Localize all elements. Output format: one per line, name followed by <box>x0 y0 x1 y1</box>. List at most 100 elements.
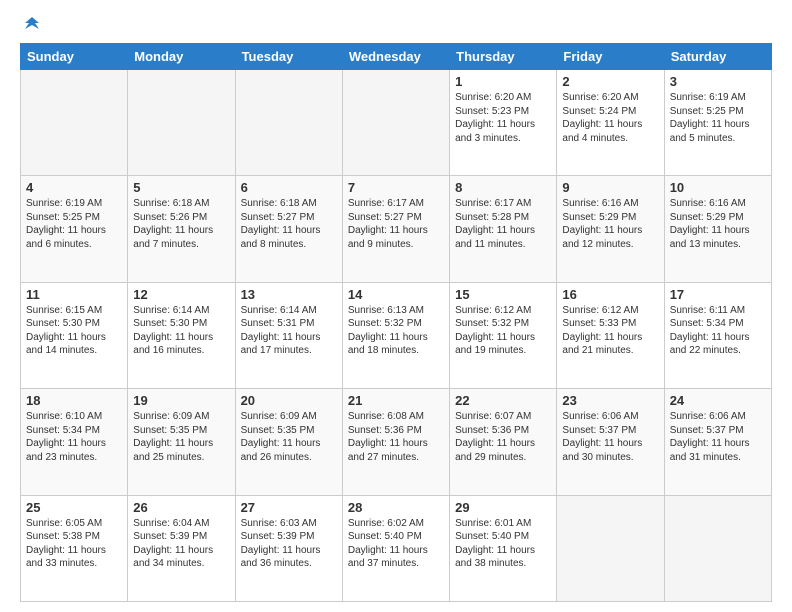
calendar-cell: 5 Sunrise: 6:18 AMSunset: 5:26 PMDaylight… <box>128 176 235 282</box>
day-info: Sunrise: 6:02 AMSunset: 5:40 PMDaylight:… <box>348 517 444 571</box>
day-number: 4 <box>26 180 122 195</box>
calendar-cell: 16Sunrise: 6:12 AMSunset: 5:33 PMDayligh… <box>557 282 664 388</box>
day-info: Sunrise: 6:11 AMSunset: 5:34 PMDaylight:… <box>670 304 766 358</box>
calendar-cell: 27 Sunrise: 6:03 AMSunset: 5:39 PMDayligh… <box>235 495 342 601</box>
calendar-cell <box>557 495 664 601</box>
calendar-cell: 2 Sunrise: 6:20 AMSunset: 5:24 PMDaylight… <box>557 70 664 176</box>
calendar-cell: 10Sunrise: 6:16 AMSunset: 5:29 PMDayligh… <box>664 176 771 282</box>
calendar-header-row: SundayMondayTuesdayWednesdayThursdayFrid… <box>21 44 772 70</box>
day-info: Sunrise: 6:18 AMSunset: 5:27 PMDaylight:… <box>241 197 337 251</box>
calendar-cell: 25Sunrise: 6:05 AMSunset: 5:38 PMDayligh… <box>21 495 128 601</box>
calendar-cell: 22 Sunrise: 6:07 AMSunset: 5:36 PMDayligh… <box>450 389 557 495</box>
day-info: Sunrise: 6:16 AMSunset: 5:29 PMDaylight:… <box>562 197 658 251</box>
calendar-cell: 11 Sunrise: 6:15 AMSunset: 5:30 PMDayligh… <box>21 282 128 388</box>
day-number: 23 <box>562 393 658 408</box>
calendar-week-row: 11 Sunrise: 6:15 AMSunset: 5:30 PMDayligh… <box>21 282 772 388</box>
calendar-cell: 18 Sunrise: 6:10 AMSunset: 5:34 PMDayligh… <box>21 389 128 495</box>
calendar-cell: 13 Sunrise: 6:14 AMSunset: 5:31 PMDayligh… <box>235 282 342 388</box>
calendar-cell: 23 Sunrise: 6:06 AMSunset: 5:37 PMDayligh… <box>557 389 664 495</box>
calendar-table: SundayMondayTuesdayWednesdayThursdayFrid… <box>20 43 772 602</box>
day-info: Sunrise: 6:06 AMSunset: 5:37 PMDaylight:… <box>670 410 766 464</box>
day-number: 11 <box>26 287 122 302</box>
calendar-day-header: Friday <box>557 44 664 70</box>
calendar-cell: 9 Sunrise: 6:16 AMSunset: 5:29 PMDaylight… <box>557 176 664 282</box>
calendar-cell: 29 Sunrise: 6:01 AMSunset: 5:40 PMDayligh… <box>450 495 557 601</box>
calendar-cell: 21Sunrise: 6:08 AMSunset: 5:36 PMDayligh… <box>342 389 449 495</box>
day-info: Sunrise: 6:13 AMSunset: 5:32 PMDaylight:… <box>348 304 444 358</box>
calendar-cell: 19 Sunrise: 6:09 AMSunset: 5:35 PMDayligh… <box>128 389 235 495</box>
day-number: 3 <box>670 74 766 89</box>
day-number: 29 <box>455 500 551 515</box>
day-number: 28 <box>348 500 444 515</box>
day-number: 27 <box>241 500 337 515</box>
calendar-day-header: Thursday <box>450 44 557 70</box>
day-info: Sunrise: 6:04 AMSunset: 5:39 PMDaylight:… <box>133 517 229 571</box>
day-info: Sunrise: 6:01 AMSunset: 5:40 PMDaylight:… <box>455 517 551 571</box>
calendar-day-header: Saturday <box>664 44 771 70</box>
day-number: 9 <box>562 180 658 195</box>
day-info: Sunrise: 6:05 AMSunset: 5:38 PMDaylight:… <box>26 517 122 571</box>
calendar-week-row: 25Sunrise: 6:05 AMSunset: 5:38 PMDayligh… <box>21 495 772 601</box>
day-number: 14 <box>348 287 444 302</box>
day-number: 8 <box>455 180 551 195</box>
day-info: Sunrise: 6:12 AMSunset: 5:32 PMDaylight:… <box>455 304 551 358</box>
day-number: 2 <box>562 74 658 89</box>
calendar-week-row: 4Sunrise: 6:19 AMSunset: 5:25 PMDaylight… <box>21 176 772 282</box>
calendar-cell: 1 Sunrise: 6:20 AMSunset: 5:23 PMDaylight… <box>450 70 557 176</box>
day-info: Sunrise: 6:14 AMSunset: 5:31 PMDaylight:… <box>241 304 337 358</box>
day-number: 12 <box>133 287 229 302</box>
calendar-cell: 6 Sunrise: 6:18 AMSunset: 5:27 PMDaylight… <box>235 176 342 282</box>
calendar-cell <box>128 70 235 176</box>
day-info: Sunrise: 6:19 AMSunset: 5:25 PMDaylight:… <box>670 91 766 145</box>
day-number: 22 <box>455 393 551 408</box>
calendar-cell: 4Sunrise: 6:19 AMSunset: 5:25 PMDaylight… <box>21 176 128 282</box>
calendar-cell: 12 Sunrise: 6:14 AMSunset: 5:30 PMDayligh… <box>128 282 235 388</box>
day-info: Sunrise: 6:14 AMSunset: 5:30 PMDaylight:… <box>133 304 229 358</box>
calendar-day-header: Wednesday <box>342 44 449 70</box>
day-number: 15 <box>455 287 551 302</box>
day-number: 26 <box>133 500 229 515</box>
calendar-cell <box>235 70 342 176</box>
calendar-cell: 15 Sunrise: 6:12 AMSunset: 5:32 PMDayligh… <box>450 282 557 388</box>
day-info: Sunrise: 6:20 AMSunset: 5:24 PMDaylight:… <box>562 91 658 145</box>
calendar-cell: 8Sunrise: 6:17 AMSunset: 5:28 PMDaylight… <box>450 176 557 282</box>
day-info: Sunrise: 6:17 AMSunset: 5:27 PMDaylight:… <box>348 197 444 251</box>
calendar-cell <box>342 70 449 176</box>
calendar-cell: 7 Sunrise: 6:17 AMSunset: 5:27 PMDaylight… <box>342 176 449 282</box>
calendar-cell: 24 Sunrise: 6:06 AMSunset: 5:37 PMDayligh… <box>664 389 771 495</box>
day-info: Sunrise: 6:09 AMSunset: 5:35 PMDaylight:… <box>133 410 229 464</box>
day-info: Sunrise: 6:03 AMSunset: 5:39 PMDaylight:… <box>241 517 337 571</box>
calendar-cell: 26 Sunrise: 6:04 AMSunset: 5:39 PMDayligh… <box>128 495 235 601</box>
header <box>20 15 772 33</box>
day-number: 13 <box>241 287 337 302</box>
day-number: 1 <box>455 74 551 89</box>
day-info: Sunrise: 6:20 AMSunset: 5:23 PMDaylight:… <box>455 91 551 145</box>
day-info: Sunrise: 6:18 AMSunset: 5:26 PMDaylight:… <box>133 197 229 251</box>
day-info: Sunrise: 6:10 AMSunset: 5:34 PMDaylight:… <box>26 410 122 464</box>
calendar-cell: 14 Sunrise: 6:13 AMSunset: 5:32 PMDayligh… <box>342 282 449 388</box>
day-number: 19 <box>133 393 229 408</box>
day-info: Sunrise: 6:09 AMSunset: 5:35 PMDaylight:… <box>241 410 337 464</box>
day-number: 18 <box>26 393 122 408</box>
calendar-cell <box>664 495 771 601</box>
day-number: 10 <box>670 180 766 195</box>
calendar-cell: 28 Sunrise: 6:02 AMSunset: 5:40 PMDayligh… <box>342 495 449 601</box>
day-number: 20 <box>241 393 337 408</box>
page: SundayMondayTuesdayWednesdayThursdayFrid… <box>0 0 792 612</box>
calendar-cell <box>21 70 128 176</box>
day-number: 7 <box>348 180 444 195</box>
day-info: Sunrise: 6:08 AMSunset: 5:36 PMDaylight:… <box>348 410 444 464</box>
calendar-day-header: Monday <box>128 44 235 70</box>
calendar-day-header: Sunday <box>21 44 128 70</box>
day-number: 5 <box>133 180 229 195</box>
calendar-cell: 3 Sunrise: 6:19 AMSunset: 5:25 PMDaylight… <box>664 70 771 176</box>
day-info: Sunrise: 6:15 AMSunset: 5:30 PMDaylight:… <box>26 304 122 358</box>
logo-bird-icon <box>21 15 43 37</box>
day-info: Sunrise: 6:06 AMSunset: 5:37 PMDaylight:… <box>562 410 658 464</box>
day-number: 16 <box>562 287 658 302</box>
day-info: Sunrise: 6:07 AMSunset: 5:36 PMDaylight:… <box>455 410 551 464</box>
calendar-week-row: 1 Sunrise: 6:20 AMSunset: 5:23 PMDaylight… <box>21 70 772 176</box>
day-number: 17 <box>670 287 766 302</box>
day-number: 6 <box>241 180 337 195</box>
day-number: 24 <box>670 393 766 408</box>
